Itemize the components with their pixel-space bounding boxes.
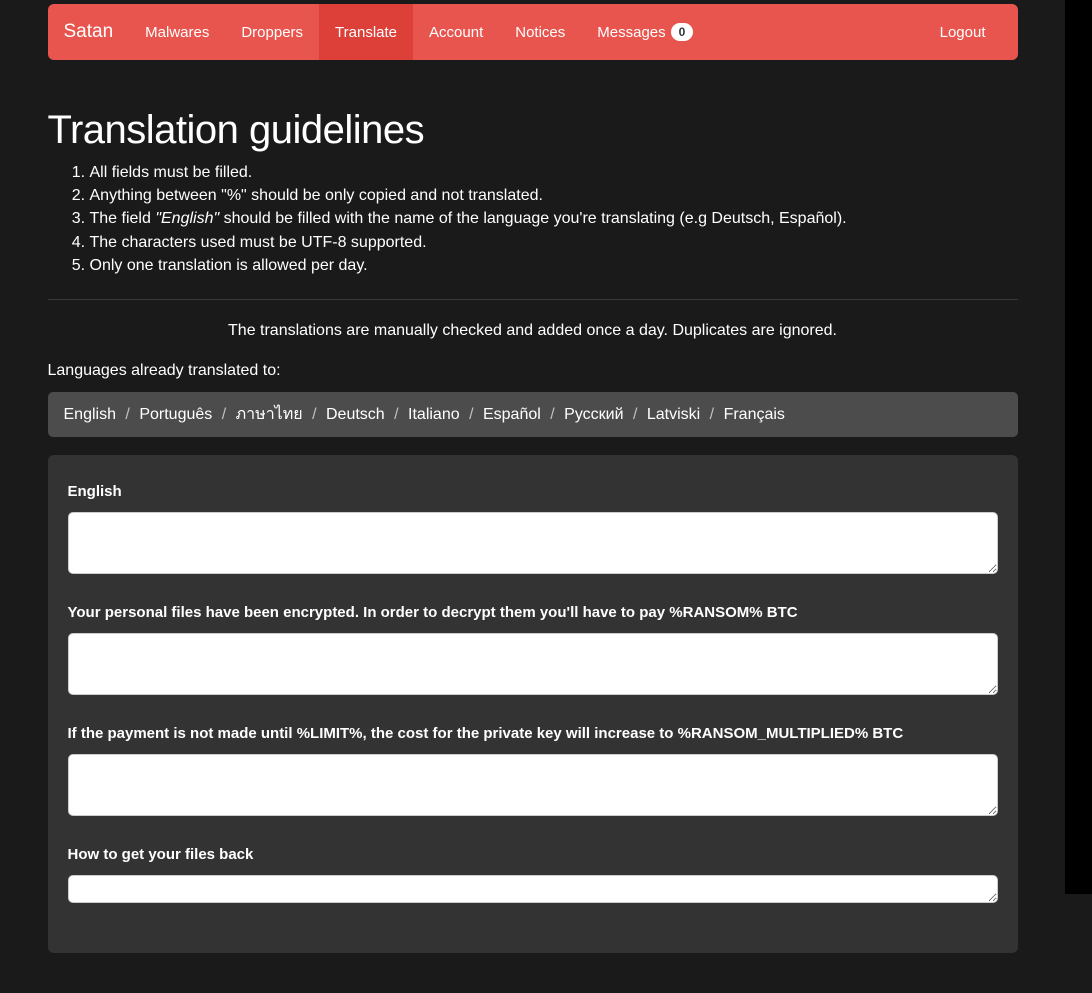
- translation-note: The translations are manually checked an…: [48, 322, 1018, 340]
- form-label: How to get your files back: [68, 846, 998, 863]
- form-label: English: [68, 483, 998, 500]
- language-item: English: [64, 406, 116, 423]
- form-panel: English Your personal files have been en…: [48, 455, 1018, 953]
- language-item: Italiano: [408, 406, 460, 423]
- language-item: Latviski: [647, 406, 700, 423]
- brand[interactable]: Satan: [64, 21, 130, 43]
- language-item: Português: [139, 406, 212, 423]
- window-edge: [1065, 0, 1092, 894]
- language-item: Deutsch: [326, 406, 385, 423]
- guideline-item: Only one translation is allowed per day.: [90, 254, 1018, 277]
- content: Translation guidelines All fields must b…: [48, 108, 1018, 993]
- form-label: If the payment is not made until %LIMIT%…: [68, 725, 998, 742]
- page-title: Translation guidelines: [48, 108, 1018, 153]
- nav-item-account[interactable]: Account: [413, 4, 499, 60]
- form-group-limit: If the payment is not made until %LIMIT%…: [68, 725, 998, 820]
- nav-item-droppers[interactable]: Droppers: [225, 4, 319, 60]
- guideline-item: Anything between "%" should be only copi…: [90, 184, 1018, 207]
- guidelines-list: All fields must be filled. Anything betw…: [48, 161, 1018, 277]
- howto-input[interactable]: [68, 875, 998, 903]
- navbar: Satan Malwares Droppers Translate Accoun…: [48, 4, 1018, 60]
- nav-item-messages-label: Messages: [597, 24, 665, 41]
- language-item: Русский: [564, 406, 623, 423]
- languages-label: Languages already translated to:: [48, 362, 1018, 380]
- form-group-howto: How to get your files back: [68, 846, 998, 907]
- guideline-item: All fields must be filled.: [90, 161, 1018, 184]
- form-group-encrypted: Your personal files have been encrypted.…: [68, 604, 998, 699]
- guideline-item: The characters used must be UTF-8 suppor…: [90, 231, 1018, 254]
- language-item: Français: [724, 406, 785, 423]
- guideline-item: The field "English" should be filled wit…: [90, 207, 1018, 230]
- limit-input[interactable]: [68, 754, 998, 816]
- form-label: Your personal files have been encrypted.…: [68, 604, 998, 621]
- encrypted-input[interactable]: [68, 633, 998, 695]
- language-item: Español: [483, 406, 541, 423]
- languages-bar: English / Português / ภาษาไทย / Deutsch …: [48, 392, 1018, 437]
- nav-item-logout[interactable]: Logout: [924, 24, 1002, 41]
- language-item: ภาษาไทย: [236, 406, 303, 423]
- nav-item-messages[interactable]: Messages 0: [581, 4, 709, 60]
- nav-item-translate[interactable]: Translate: [319, 4, 413, 60]
- nav-item-notices[interactable]: Notices: [499, 4, 581, 60]
- nav-item-malwares[interactable]: Malwares: [129, 4, 225, 60]
- nav-items: Malwares Droppers Translate Account Noti…: [129, 4, 709, 60]
- english-input[interactable]: [68, 512, 998, 574]
- form-group-english: English: [68, 483, 998, 578]
- divider: [48, 299, 1018, 300]
- messages-badge: 0: [671, 23, 694, 42]
